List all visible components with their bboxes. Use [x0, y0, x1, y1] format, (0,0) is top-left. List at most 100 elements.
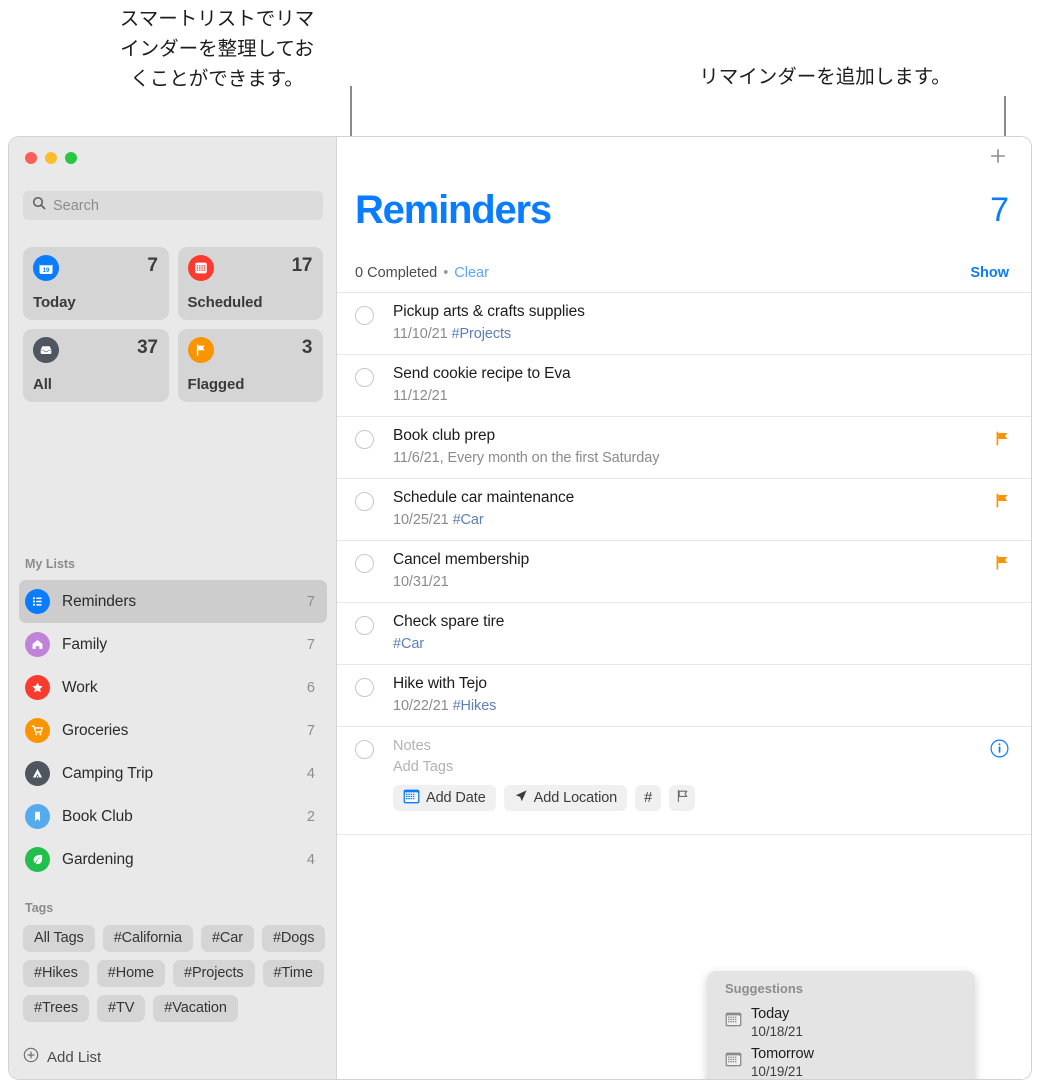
reminders-window: Search 19 7 Today 17 Scheduled 37 All 3 …: [8, 136, 1032, 1080]
list-count: 6: [306, 679, 315, 696]
suggestion-tomorrow[interactable]: Tomorrow 10/19/21: [715, 1042, 967, 1079]
sidebar-item-gardening[interactable]: Gardening 4: [19, 838, 327, 881]
complete-toggle[interactable]: [355, 306, 374, 325]
flag-icon: [995, 493, 1009, 513]
sidebar-item-reminders[interactable]: Reminders 7: [19, 580, 327, 623]
complete-toggle[interactable]: [355, 492, 374, 511]
tag-chip-dogs[interactable]: #Dogs: [261, 925, 326, 952]
tag-chip-projects[interactable]: #Projects: [172, 960, 255, 987]
tag-chip-vacation[interactable]: #Vacation: [153, 995, 238, 1022]
add-tag-button[interactable]: #: [635, 785, 662, 811]
reminder-meta: 10/22/21 #Hikes: [393, 696, 1001, 717]
sidebar-item-camping-trip[interactable]: Camping Trip 4: [19, 752, 327, 795]
complete-toggle[interactable]: [355, 678, 374, 697]
reminder-date: 11/10/21: [393, 326, 448, 342]
tent-icon: [25, 761, 50, 786]
reminder-content: Hike with Tejo 10/22/21 #Hikes: [393, 674, 1001, 717]
tag-chip-car[interactable]: #Car: [200, 925, 254, 952]
smart-list-today[interactable]: 19 7 Today: [23, 247, 169, 320]
hash-icon: #: [644, 790, 653, 806]
reminder-meta: 10/31/21: [393, 572, 1001, 593]
suggestion-label: Tomorrow: [751, 1045, 814, 1062]
tag-chip-time[interactable]: #Time: [262, 960, 324, 987]
bulleted-list-icon: [25, 589, 50, 614]
search-placeholder: Search: [53, 197, 99, 214]
calendar-icon: [725, 1012, 742, 1032]
sidebar-item-groceries[interactable]: Groceries 7: [19, 709, 327, 752]
reminder-title: Pickup arts & crafts supplies: [393, 303, 585, 320]
list-label: Gardening: [62, 850, 134, 868]
complete-toggle[interactable]: [355, 616, 374, 635]
add-location-button[interactable]: Add Location: [503, 785, 628, 811]
info-icon[interactable]: [990, 739, 1009, 763]
minimize-button[interactable]: [45, 152, 57, 164]
smart-list-scheduled[interactable]: 17 Scheduled: [177, 247, 323, 320]
tag-chip-california[interactable]: #California: [102, 925, 193, 952]
add-date-button[interactable]: Add Date: [393, 785, 496, 811]
leaf-icon: [25, 847, 50, 872]
reminder-content: Send cookie recipe to Eva 11/12/21: [393, 364, 1001, 407]
reminder-row[interactable]: Hike with Tejo 10/22/21 #Hikes: [337, 665, 1031, 727]
reminder-row[interactable]: Send cookie recipe to Eva 11/12/21: [337, 355, 1031, 417]
reminder-editor-toolbar: Add Date Add Location #: [393, 785, 1001, 811]
reminder-content: Schedule car maintenance 10/25/21 #Car: [393, 488, 1001, 531]
reminder-content: Book club prep 11/6/21, Every month on t…: [393, 426, 1001, 469]
reminder-title: Hike with Tejo: [393, 675, 487, 692]
clear-button[interactable]: Clear: [454, 265, 489, 281]
reminder-tag[interactable]: #Car: [453, 512, 484, 528]
search-input[interactable]: Search: [23, 191, 323, 220]
date-suggestions-popover: Suggestions Today 10/18/21 Tomorrow 10/1…: [707, 971, 975, 1079]
reminder-row[interactable]: Pickup arts & crafts supplies 11/10/21 #…: [337, 292, 1031, 355]
show-button[interactable]: Show: [970, 265, 1009, 281]
tag-chip-hikes[interactable]: #Hikes: [23, 960, 89, 987]
reminder-row[interactable]: Book club prep 11/6/21, Every month on t…: [337, 417, 1031, 479]
sidebar-item-work[interactable]: Work 6: [19, 666, 327, 709]
reminder-content: Pickup arts & crafts supplies 11/10/21 #…: [393, 302, 1001, 345]
suggestion-today[interactable]: Today 10/18/21: [715, 1002, 967, 1042]
tag-chip-all-tags[interactable]: All Tags: [23, 925, 95, 952]
new-reminder-row[interactable]: Notes Add Tags Add Date Add Location #: [337, 727, 1031, 835]
smart-list-label: Scheduled: [187, 294, 263, 311]
suggestion-date: 10/18/21: [751, 1023, 803, 1039]
reminder-row[interactable]: Cancel membership 10/31/21: [337, 541, 1031, 603]
complete-toggle[interactable]: [355, 554, 374, 573]
smart-list-label: All: [33, 376, 52, 393]
reminder-row[interactable]: Check spare tire #Car: [337, 603, 1031, 665]
complete-toggle[interactable]: [355, 430, 374, 449]
completed-count-label: 0 Completed: [355, 265, 438, 281]
close-button[interactable]: [25, 152, 37, 164]
flag-button[interactable]: [669, 785, 696, 811]
complete-toggle[interactable]: [355, 368, 374, 387]
completed-bar: 0 Completed • Clear Show: [355, 265, 1009, 281]
reminder-tag[interactable]: #Car: [393, 636, 424, 652]
maximize-button[interactable]: [65, 152, 77, 164]
reminder-tag[interactable]: #Projects: [452, 326, 512, 342]
tag-chip-home[interactable]: #Home: [96, 960, 165, 987]
reminder-meta: 11/6/21, Every month on the first Saturd…: [393, 448, 1001, 469]
reminder-content: Check spare tire #Car: [393, 612, 1001, 655]
add-list-button[interactable]: Add List: [23, 1047, 101, 1067]
tag-chip-tv[interactable]: #TV: [97, 995, 146, 1022]
calendar-day-icon: 19: [33, 255, 59, 281]
sidebar-item-book-club[interactable]: Book Club 2: [19, 795, 327, 838]
reminder-meta: 10/25/21 #Car: [393, 510, 1001, 531]
main-pane: Reminders 7 0 Completed • Clear Show Pic…: [337, 137, 1031, 1079]
add-reminder-button[interactable]: [986, 144, 1010, 168]
complete-toggle[interactable]: [355, 740, 374, 759]
calendar-icon: [187, 255, 214, 281]
star-icon: [25, 675, 50, 700]
sidebar-item-family[interactable]: Family 7: [19, 623, 327, 666]
tag-chip-trees[interactable]: #Trees: [23, 995, 89, 1022]
house-icon: [25, 632, 50, 657]
list-count: 7: [306, 636, 315, 653]
smart-list-count: 7: [147, 255, 158, 276]
reminder-title: Book club prep: [393, 427, 495, 444]
notes-input[interactable]: Notes: [393, 736, 1001, 757]
smart-list-flagged[interactable]: 3 Flagged: [177, 329, 323, 402]
add-tags-input[interactable]: Add Tags: [393, 757, 1001, 778]
flag-icon: [995, 431, 1009, 451]
smart-list-all[interactable]: 37 All: [23, 329, 169, 402]
reminder-tag[interactable]: #Hikes: [453, 698, 497, 714]
reminder-row[interactable]: Schedule car maintenance 10/25/21 #Car: [337, 479, 1031, 541]
list-count: 7: [306, 593, 315, 610]
